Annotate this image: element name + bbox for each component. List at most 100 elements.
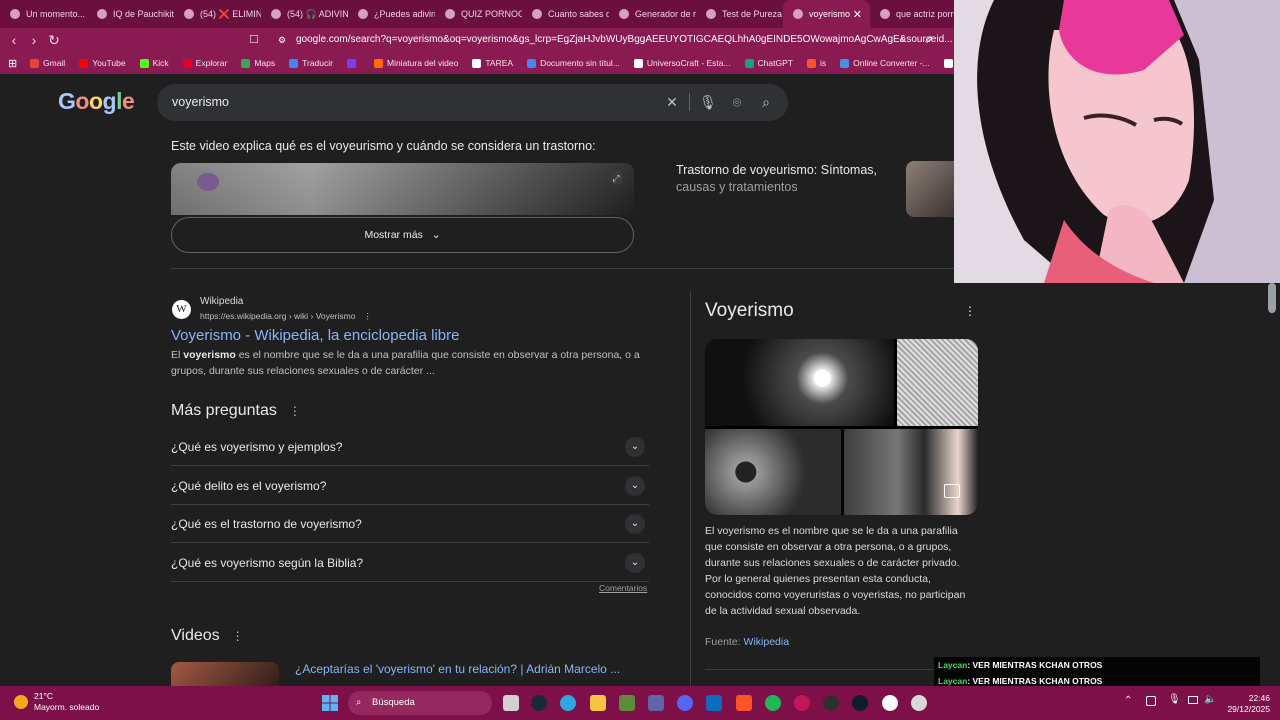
zoom-icon[interactable]: ⌕ [900,33,906,46]
browser-tab[interactable]: Test de Pureza [696,0,783,28]
chat-message: Laycan: VER MIENTRAS KCHAN OTROS [934,657,1260,673]
tray-icon[interactable] [1146,696,1156,706]
chevron-down-icon[interactable]: ⌄ [625,437,645,457]
bookmark-item[interactable]: Documento sin títul... [527,58,620,68]
image-eye-keyhole[interactable] [705,339,894,426]
side-video-card[interactable]: Trastorno de voyeurismo: Síntomas, causa… [676,162,896,196]
browser-tab[interactable]: voyerismo ✕ [783,0,870,28]
chevron-down-icon[interactable]: ⌄ [625,475,645,496]
chevron-down-icon[interactable]: ⌄ [625,552,645,573]
knowledge-panel-images[interactable] [705,339,978,515]
file-explorer-icon[interactable] [590,695,606,711]
clear-icon[interactable]: ✕ [663,93,681,111]
obs-icon[interactable] [823,695,839,711]
steam-icon[interactable] [531,695,547,711]
chat-username: Laycan [938,676,968,686]
image-vintage-engraving[interactable] [897,339,978,426]
scrollbar[interactable] [1268,283,1276,313]
microphone-icon[interactable]: 🎙 [699,93,717,111]
browser-tab[interactable]: QUIZ PORNOG [435,0,522,28]
apps-grid-icon[interactable]: ⊞ [8,57,17,70]
back-icon[interactable]: ‹ [4,30,24,50]
browser-tab[interactable]: Generador de r [609,0,696,28]
bookmark-item[interactable]: Gmail [30,58,65,68]
expand-icon[interactable]: ⤢ [609,171,623,185]
edge-icon[interactable] [560,695,576,711]
bookmark-star-icon[interactable]: ☐ [244,30,264,50]
bookmark-item[interactable]: Kick [139,58,169,68]
app-icon[interactable] [852,695,868,711]
app-icon[interactable] [911,695,927,711]
site-info-icon[interactable]: ⚙ [278,30,286,50]
feedback-link[interactable]: Comentarios [599,583,647,593]
search-box[interactable]: voyerismo ✕ 🎙 ⌾ ⌕ [157,84,788,121]
discord-icon[interactable] [677,695,693,711]
browser-tab[interactable]: Un momento... [0,0,87,28]
taskbar-search[interactable]: ⌕ Búsqueda [348,691,492,715]
app-icon[interactable] [882,695,898,711]
browser-tab[interactable]: ¿Puedes adivin [348,0,435,28]
bookmark-item[interactable]: Maps [241,58,275,68]
network-icon[interactable] [1188,696,1198,704]
reload-icon[interactable]: ↻ [44,30,64,50]
result-title-link[interactable]: Voyerismo - Wikipedia, la enciclopedia l… [171,327,459,344]
bookmark-item[interactable]: YouTube [79,58,126,68]
show-more-button[interactable]: Mostrar más ⌄ [171,217,634,253]
source-link[interactable]: Wikipedia [744,636,790,648]
task-view-icon[interactable] [503,695,519,711]
image-curtain-woman[interactable] [844,429,978,515]
browser-tab[interactable]: Cuanto sabes d [522,0,609,28]
browser-tab[interactable]: IQ de Pauchikit [87,0,174,28]
browser-tab[interactable]: que actriz porn [870,0,957,28]
paa-question[interactable]: ¿Qué es voyerismo y ejemplos? ⌄ [171,428,649,466]
windows-start-icon[interactable] [322,695,338,711]
teams-icon[interactable] [648,695,664,711]
chevron-down-icon[interactable]: ⌄ [625,514,645,534]
bookmark-item[interactable] [346,58,360,68]
bookmark-item[interactable]: Traducir [289,58,333,68]
browser-tab[interactable]: (54) 🎧 ADIVIN [261,0,348,28]
weather-widget[interactable]: 21°C Mayorm. soleado [34,691,99,713]
share-icon[interactable]: ⇗ [924,33,933,46]
clock[interactable]: 22:46 29/12/2025 [1224,693,1270,715]
bookmark-item[interactable]: Miniatura del video [373,58,458,68]
paa-question[interactable]: ¿Qué es voyerismo según la Biblia? ⌄ [171,544,649,582]
bookmark-item[interactable]: TAREA [472,58,513,68]
brave-icon[interactable] [736,695,752,711]
bookmark-item[interactable]: Online Converter -... [840,58,930,68]
forward-icon[interactable]: › [24,30,44,50]
weather-sun-icon[interactable] [14,695,28,709]
video-result-title[interactable]: ¿Aceptarías el 'voyerismo' en tu relació… [295,662,620,676]
address-bar[interactable]: ⚙ google.com/search?q=voyerismo&oq=voyer… [272,30,952,50]
more-options-icon[interactable]: ⋮ [232,629,244,643]
more-options-icon[interactable]: ⋮ [964,304,976,318]
video-result-thumbnail[interactable] [171,662,279,686]
video-thumbnail[interactable]: ⤢ [171,163,634,215]
minecraft-icon[interactable] [619,695,635,711]
side-video-thumbnail[interactable] [906,161,956,217]
paa-question[interactable]: ¿Qué es el trastorno de voyerismo? ⌄ [171,505,649,543]
spotify-icon[interactable] [765,695,781,711]
more-options-icon[interactable]: ⋮ [289,404,301,418]
search-icon[interactable]: ⌕ [757,93,775,111]
tray-chevron-icon[interactable]: ⌃ [1124,695,1132,706]
chat-text: : VER MIENTRAS KCHAN OTROS [967,660,1103,670]
google-logo[interactable]: Google [58,88,135,115]
tab-close-icon[interactable]: ✕ [853,8,862,21]
mail-icon[interactable] [706,695,722,711]
search-input[interactable]: voyerismo [172,95,229,109]
browser-tab[interactable]: (54) ❌ ELIMIN [174,0,261,28]
image-eye-closeup[interactable] [705,429,841,515]
bookmark-item[interactable]: UniversoCraft - Esta... [633,58,731,68]
app-icon[interactable] [794,695,810,711]
lens-icon[interactable]: ⌾ [728,93,746,111]
volume-icon[interactable]: 🔈 [1204,694,1216,705]
more-options-icon[interactable]: ⋮ [363,311,372,321]
microphone-icon[interactable]: 🎙 [1168,694,1181,705]
bookmark-item[interactable]: is [806,58,826,68]
bookmark-item[interactable]: Explorar [182,58,227,68]
gallery-icon[interactable] [944,484,960,498]
bookmark-item[interactable]: ChatGPT [744,58,793,68]
paa-question[interactable]: ¿Qué delito es el voyerismo? ⌄ [171,467,649,505]
result-source[interactable]: Wikipedia [200,296,243,307]
